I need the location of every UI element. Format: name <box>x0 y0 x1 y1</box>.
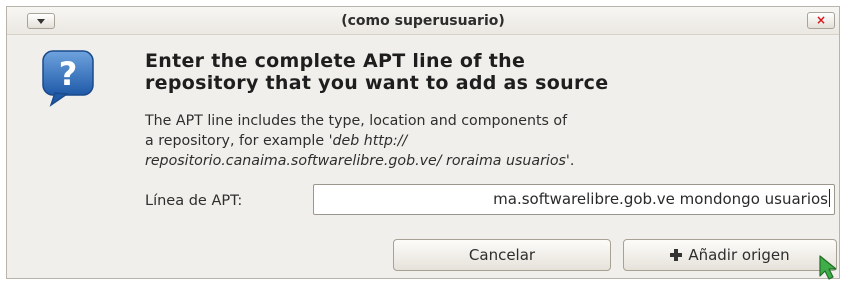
heading-line-2: repository that you want to add as sourc… <box>145 72 609 94</box>
heading-line-1: Enter the complete APT line of the <box>145 50 526 72</box>
close-button[interactable]: × <box>807 12 835 29</box>
mouse-pointer-icon <box>819 255 837 280</box>
window-title: (como superusuario) <box>341 13 505 29</box>
desc-line-2-prefix: a repository, for example <box>145 133 329 149</box>
apt-line-label: Línea de APT: <box>145 193 243 209</box>
apt-line-input[interactable]: ma.softwarelibre.gob.ve mondongo usuario… <box>313 184 835 215</box>
dialog-window: (como superusuario) × ? Enter the comple… <box>6 6 840 279</box>
text-caret <box>829 189 830 207</box>
desc-line-2: a repository, for example 'deb http:// <box>145 131 845 151</box>
title-bar: (como superusuario) × <box>7 7 839 35</box>
question-icon: ? <box>42 50 94 107</box>
plus-icon <box>670 249 683 261</box>
dialog-heading: Enter the complete APT line of the repos… <box>145 50 835 94</box>
desc-line-3-suffix: '. <box>565 153 575 169</box>
add-source-label: Añadir origen <box>688 246 790 264</box>
dialog-description: The APT line includes the type, location… <box>145 111 845 171</box>
desc-line-2-example: 'deb http:// <box>328 133 408 149</box>
desc-line-3-example: repositorio.canaima.softwarelibre.gob.ve… <box>145 153 566 169</box>
add-source-button[interactable]: Añadir origen <box>623 239 837 271</box>
apt-line-value: ma.softwarelibre.gob.ve mondongo usuario… <box>493 190 828 208</box>
desc-line-3: repositorio.canaima.softwarelibre.gob.ve… <box>145 151 845 171</box>
desc-line-1: The APT line includes the type, location… <box>145 113 568 129</box>
svg-text:?: ? <box>59 55 78 93</box>
cancel-button[interactable]: Cancelar <box>393 239 611 271</box>
